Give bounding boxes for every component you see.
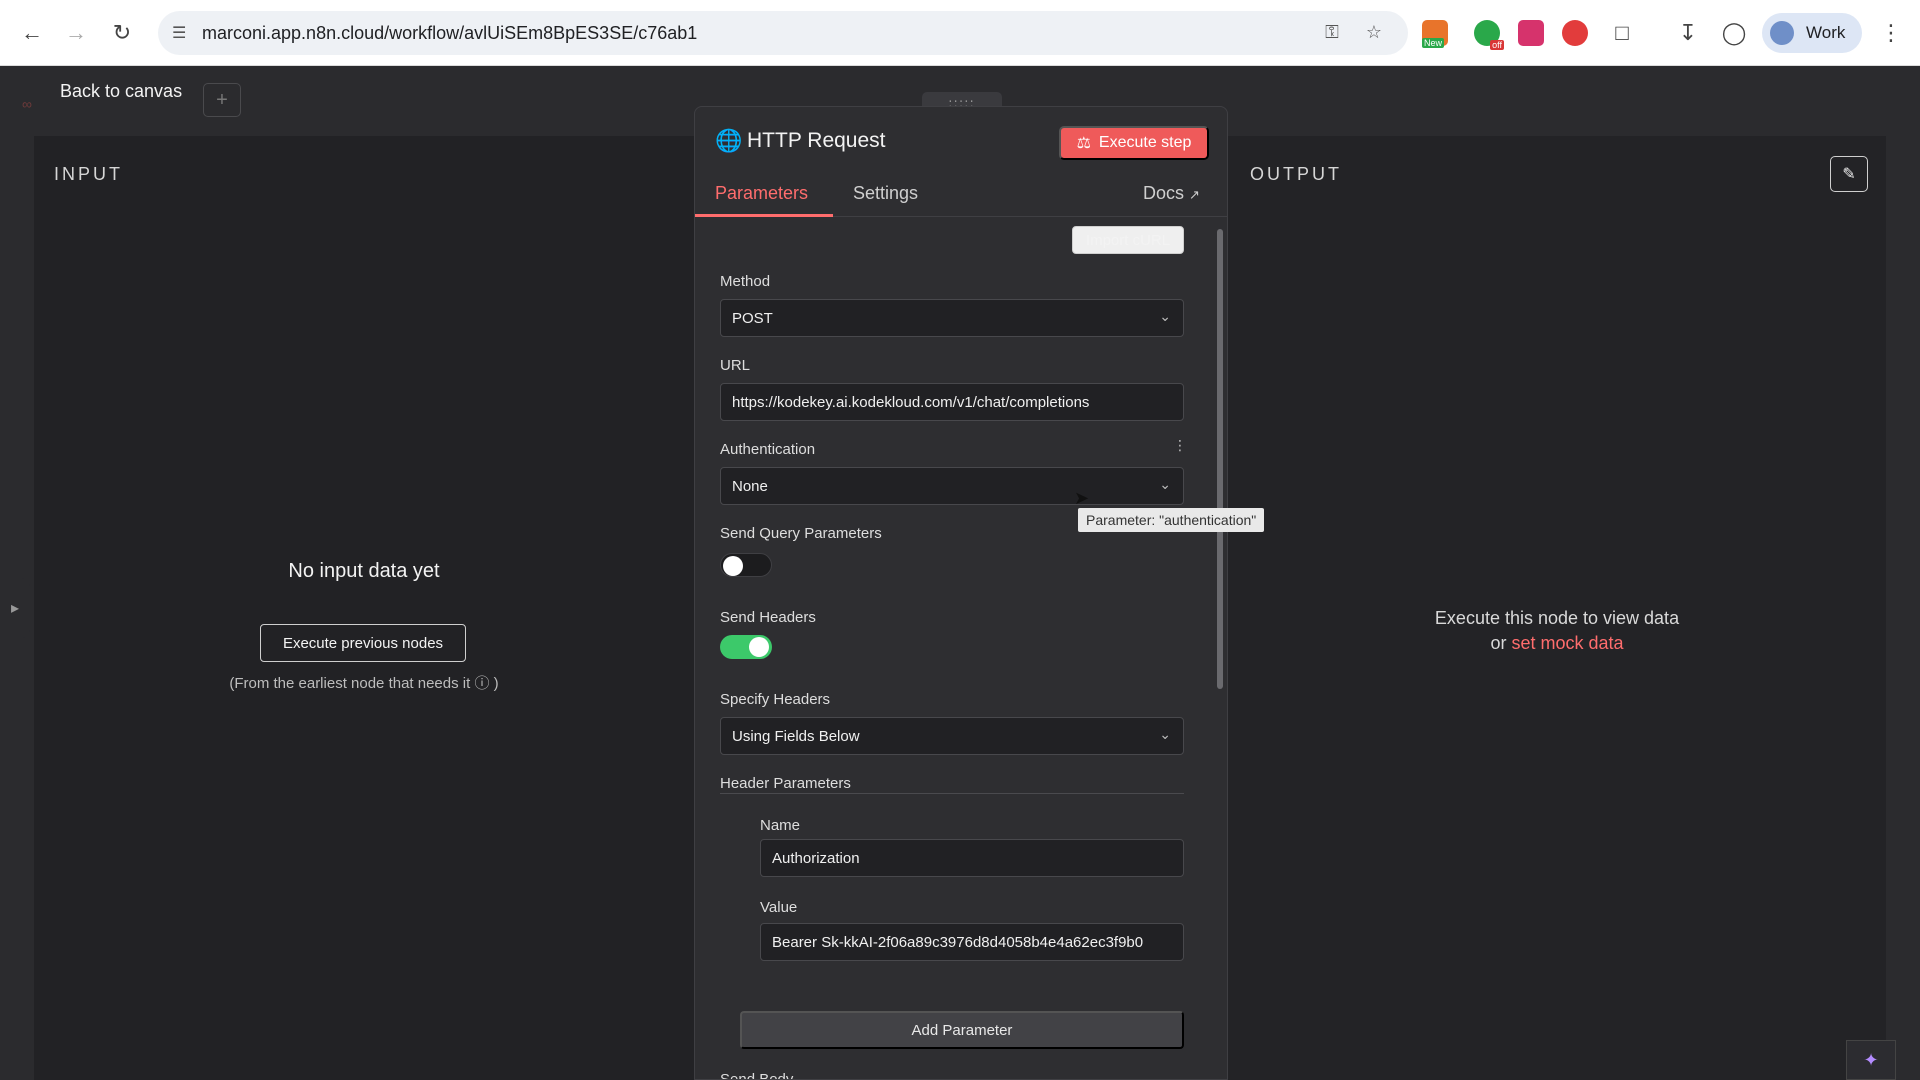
back-arrow-icon[interactable]: ← [18,19,46,47]
avatar [1770,21,1794,45]
add-parameter-button[interactable]: Add Parameter [740,1011,1184,1049]
extension-grid-icon[interactable] [1518,20,1544,46]
add-node-button[interactable]: + [203,83,241,117]
send-headers-toggle[interactable] [720,635,772,659]
profile-label: Work [1806,23,1846,42]
extension-new-icon[interactable]: New [1422,20,1448,48]
key-icon[interactable]: ⚿ [1320,22,1344,46]
node-tabs: Parameters Settings Docs ↗ [695,173,1227,217]
site-settings-icon[interactable]: ☰ [172,23,192,43]
output-panel: OUTPUT Execute this node to view data or… [1228,136,1886,1080]
performance-icon[interactable]: ◯ [1720,19,1748,47]
header-parameters-divider [720,793,1184,794]
node-settings-panel: 🌐 HTTP Request ⚖ Execute step Parameters… [694,106,1228,1080]
extension-off-badge: off [1490,40,1504,50]
profile-chip[interactable]: Work [1762,13,1862,53]
star-icon[interactable]: ☆ [1362,22,1386,46]
extensions-puzzle-icon[interactable]: □ [1608,19,1636,47]
authentication-value: None [732,477,768,495]
tab-settings[interactable]: Settings [853,183,918,204]
input-hint-close: ) [493,675,499,692]
tab-parameters[interactable]: Parameters [715,183,808,204]
send-query-label: Send Query Parameters [720,525,882,542]
panel-scrollbar[interactable] [1215,223,1223,1079]
method-select[interactable]: POST ⌄ [720,299,1184,337]
execute-previous-nodes-button[interactable]: Execute previous nodes [260,624,466,662]
extension-ball-icon[interactable] [1562,20,1588,46]
back-to-canvas-link[interactable]: Back to canvas [60,81,182,102]
mouse-cursor-icon: ➤ [1074,488,1090,508]
url-value: https://kodekey.ai.kodekloud.com/v1/chat… [732,393,1090,411]
chevron-down-icon: ⌄ [1159,726,1171,742]
edit-output-pencil-icon[interactable]: ✎ [1830,156,1868,192]
method-value: POST [732,309,773,327]
forward-arrow-icon[interactable]: → [62,19,90,47]
import-curl-button[interactable]: Import cURL [1072,226,1184,254]
input-panel: INPUT No input data yet Execute previous… [34,136,694,1080]
url-input[interactable]: https://kodekey.ai.kodekloud.com/v1/chat… [720,383,1184,421]
extension-new-badge: New [1422,38,1445,48]
send-headers-label: Send Headers [720,609,816,626]
url-label: URL [720,357,751,374]
send-body-label: Send Body [720,1071,794,1080]
flask-icon: ⚖ [1076,135,1091,152]
header-value-label: Value [760,899,798,916]
reload-icon[interactable]: ↻ [108,19,136,47]
docs-link[interactable]: Docs ↗ [1143,183,1200,204]
set-mock-data-link[interactable]: set mock data [1511,633,1623,653]
specify-headers-value: Using Fields Below [732,727,860,745]
output-message-prefix: or [1490,633,1512,653]
left-drag-handle-icon[interactable]: ▸ [0,578,30,638]
node-title[interactable]: HTTP Request [747,129,886,153]
download-icon[interactable]: ↧ [1674,19,1702,47]
authentication-select[interactable]: None ⌄ [720,467,1184,505]
browser-toolbar: ← → ↻ ☰ marconi.app.n8n.cloud/workflow/a… [0,0,1920,66]
active-tab-indicator [695,214,833,217]
input-hint-text: (From the earliest node that needs it [229,675,471,692]
chevron-down-icon: ⌄ [1159,476,1171,492]
method-label: Method [720,273,771,290]
ai-assistant-sparkle-icon[interactable]: ✦ [1846,1040,1896,1080]
header-value-value: Bearer Sk-kkAI-2f06a89c3976d8d4058b4e4a6… [772,933,1144,951]
input-panel-title: INPUT [54,164,123,184]
info-icon[interactable]: ⓘ [474,675,489,692]
input-hint: (From the earliest node that needs it ⓘ … [34,672,694,693]
address-bar[interactable]: ☰ marconi.app.n8n.cloud/workflow/avlUiSE… [158,11,1408,55]
toggle-knob [723,556,743,576]
header-name-label: Name [760,817,801,834]
output-message-second-line: or set mock data [1228,631,1886,656]
execute-step-label: Execute step [1098,134,1192,151]
authentication-label: Authentication [720,441,816,458]
specify-headers-select[interactable]: Using Fields Below ⌄ [720,717,1184,755]
toggle-knob [749,637,769,657]
output-panel-title: OUTPUT [1250,164,1342,184]
n8n-logo-icon: ∞ [22,96,32,112]
output-message: Execute this node to view data or set mo… [1228,606,1886,656]
chevron-down-icon: ⌄ [1159,308,1171,324]
address-url[interactable]: marconi.app.n8n.cloud/workflow/avlUiSEm8… [202,23,697,44]
external-link-icon: ↗ [1189,187,1200,202]
header-parameters-label: Header Parameters [720,775,851,792]
header-name-value: Authorization [772,849,860,867]
globe-icon: 🌐 [715,128,743,153]
parameter-options-icon[interactable]: ⋮ [1173,437,1187,454]
execute-step-button[interactable]: ⚖ Execute step [1059,126,1209,160]
specify-headers-label: Specify Headers [720,691,831,708]
output-message-line: Execute this node to view data [1434,608,1680,628]
header-name-input[interactable]: Authorization [760,839,1184,877]
panel-scrollbar-thumb[interactable] [1217,229,1223,689]
browser-menu-icon[interactable]: ⋮ [1880,20,1902,46]
docs-label: Docs [1143,183,1185,203]
parameter-tooltip: Parameter: "authentication" [1078,508,1265,532]
no-input-message: No input data yet [288,560,440,582]
extension-off-icon[interactable]: off [1474,20,1504,50]
send-query-toggle[interactable] [720,553,772,577]
header-value-input[interactable]: Bearer Sk-kkAI-2f06a89c3976d8d4058b4e4a6… [760,923,1184,961]
